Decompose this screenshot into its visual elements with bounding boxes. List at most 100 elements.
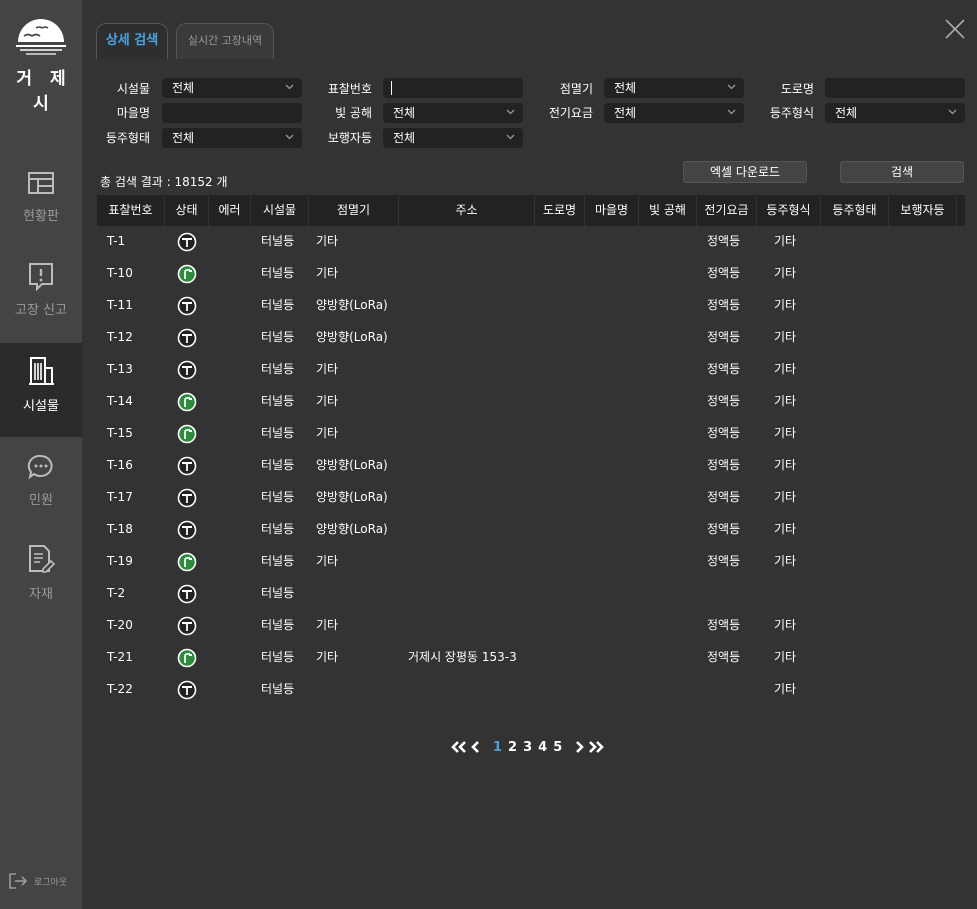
table-body: T-1 터널등 기타 정액등 기타 T-10 터널등 기타 정액등 기타 T-11 터널등 양방향(Lo… bbox=[97, 226, 965, 706]
tab-detail-search[interactable]: 상세 검색 bbox=[96, 23, 168, 59]
pole-shape-value: 전체 bbox=[172, 131, 195, 145]
cell-switch: 기타 bbox=[316, 650, 339, 664]
cell-fee: 정액등 bbox=[707, 458, 741, 472]
column-header[interactable]: 주소 bbox=[399, 195, 535, 226]
column-header[interactable]: 전기요금 bbox=[697, 195, 757, 226]
table-row[interactable]: T-14 터널등 기타 정액등 기타 bbox=[97, 386, 965, 418]
light-pollution-select[interactable]: 전체 bbox=[383, 103, 523, 123]
cell-lamp-type: 기타 bbox=[774, 426, 797, 440]
lamp-type-value: 전체 bbox=[835, 106, 858, 120]
status-on-icon bbox=[177, 648, 197, 668]
electric-fee-value: 전체 bbox=[614, 106, 637, 120]
table-row[interactable]: T-21 터널등 기타 거제시 장평동 153-3 정액등 기타 bbox=[97, 642, 965, 674]
facility-label: 시설물 bbox=[116, 82, 150, 96]
cell-address: 거제시 장평동 153-3 bbox=[408, 650, 517, 664]
column-header[interactable]: 표찰번호 bbox=[97, 195, 165, 226]
cell-fee: 정액등 bbox=[707, 234, 741, 248]
column-header[interactable]: 보행자등 bbox=[889, 195, 957, 226]
status-off-icon bbox=[177, 456, 197, 476]
sidebar-item-facilities[interactable]: 시설물 bbox=[0, 343, 82, 437]
column-header[interactable]: 시설물 bbox=[251, 195, 309, 226]
column-header[interactable]: 마을명 bbox=[585, 195, 639, 226]
page-numbers: 12345 bbox=[490, 740, 565, 755]
table-row[interactable]: T-20 터널등 기타 정액등 기타 bbox=[97, 610, 965, 642]
total-result-count: 총 검색 결과 : 18152 개 bbox=[100, 175, 228, 189]
chevron-down-icon bbox=[727, 84, 736, 90]
page-number[interactable]: 2 bbox=[508, 740, 517, 755]
table-row[interactable]: T-18 터널등 양방향(LoRa) 정액등 기타 bbox=[97, 514, 965, 546]
light-pollution-value: 전체 bbox=[393, 106, 416, 120]
cell-id: T-20 bbox=[107, 618, 133, 632]
status-on-icon bbox=[177, 392, 197, 412]
sidebar-item-materials[interactable]: 자재 bbox=[0, 531, 82, 625]
tab-realtime-faults[interactable]: 실시간 고장내역 bbox=[176, 23, 274, 59]
page-number[interactable]: 5 bbox=[553, 740, 562, 755]
table-row[interactable]: T-16 터널등 양방향(LoRa) 정액등 기타 bbox=[97, 450, 965, 482]
column-header[interactable]: 도로명 bbox=[535, 195, 585, 226]
lighting-switch-label: 점멸기 bbox=[559, 82, 593, 96]
chevron-down-icon bbox=[506, 134, 515, 140]
logo-text: 거 제 시 bbox=[16, 69, 72, 114]
electric-fee-select[interactable]: 전체 bbox=[604, 103, 744, 123]
cell-facility: 터널등 bbox=[261, 682, 295, 696]
table-header: 표찰번호 상태 에러 시설물 점멸기 주소 도로명 마을명 빛 공해 전기요금 등주형식 등주형태 보행… bbox=[97, 195, 965, 226]
cell-switch: 양방향(LoRa) bbox=[316, 522, 388, 536]
logo: 거 제 시 bbox=[0, 12, 82, 114]
table-row[interactable]: T-10 터널등 기타 정액등 기타 bbox=[97, 258, 965, 290]
village-input[interactable] bbox=[162, 103, 302, 123]
cell-lamp-type: 기타 bbox=[774, 650, 797, 664]
first-page-icon[interactable] bbox=[450, 740, 468, 754]
page-number[interactable]: 3 bbox=[523, 740, 532, 755]
pole-shape-select[interactable]: 전체 bbox=[162, 128, 302, 148]
table-row[interactable]: T-2 터널등 bbox=[97, 578, 965, 610]
column-header[interactable]: 점멸기 bbox=[309, 195, 399, 226]
cell-lamp-type: 기타 bbox=[774, 618, 797, 632]
road-name-input[interactable] bbox=[825, 78, 965, 98]
prev-page-icon[interactable] bbox=[468, 740, 482, 754]
close-icon[interactable] bbox=[944, 18, 966, 40]
sidebar-item-complaints[interactable]: 민원 bbox=[0, 437, 82, 531]
column-header[interactable]: 빛 공해 bbox=[639, 195, 697, 226]
search-button[interactable]: 검색 bbox=[840, 161, 964, 183]
cell-facility: 터널등 bbox=[261, 586, 295, 600]
cell-id: T-14 bbox=[107, 394, 133, 408]
page-number[interactable]: 1 bbox=[493, 740, 502, 755]
table-row[interactable]: T-19 터널등 기타 정액등 기타 bbox=[97, 546, 965, 578]
cell-fee: 정액등 bbox=[707, 618, 741, 632]
pedestrian-light-select[interactable]: 전체 bbox=[383, 128, 523, 148]
table-row[interactable]: T-13 터널등 기타 정액등 기타 bbox=[97, 354, 965, 386]
cell-id: T-22 bbox=[107, 682, 133, 696]
last-page-icon[interactable] bbox=[587, 740, 605, 754]
chevron-down-icon bbox=[285, 134, 294, 140]
sidebar-item-fault-report[interactable]: 고장 신고 bbox=[0, 249, 82, 343]
table-row[interactable]: T-17 터널등 양방향(LoRa) 정액등 기타 bbox=[97, 482, 965, 514]
cell-fee: 정액등 bbox=[707, 426, 741, 440]
facility-select[interactable]: 전체 bbox=[162, 78, 302, 98]
tag-number-input[interactable] bbox=[383, 78, 523, 98]
status-off-icon bbox=[177, 680, 197, 700]
table-row[interactable]: T-1 터널등 기타 정액등 기타 bbox=[97, 226, 965, 258]
lamp-type-select[interactable]: 전체 bbox=[825, 103, 965, 123]
column-header[interactable]: 에러 bbox=[209, 195, 251, 226]
cell-id: T-15 bbox=[107, 426, 133, 440]
column-header[interactable]: 등주형식 bbox=[757, 195, 821, 226]
lighting-switch-select[interactable]: 전체 bbox=[604, 78, 744, 98]
table-row[interactable]: T-11 터널등 양방향(LoRa) 정액등 기타 bbox=[97, 290, 965, 322]
table-row[interactable]: T-22 터널등 기타 bbox=[97, 674, 965, 706]
next-page-icon[interactable] bbox=[573, 740, 587, 754]
logout-button[interactable]: 로그아웃 bbox=[8, 872, 67, 890]
cell-id: T-1 bbox=[107, 234, 126, 248]
column-header[interactable]: 상태 bbox=[165, 195, 209, 226]
pedestrian-light-label: 보행자등 bbox=[327, 131, 372, 145]
excel-download-button[interactable]: 엑셀 다운로드 bbox=[683, 161, 807, 183]
cell-facility: 터널등 bbox=[261, 554, 295, 568]
sidebar: 거 제 시 현황판 고장 신고 시설물 민원 자재 로그아웃 bbox=[0, 0, 82, 909]
cell-facility: 터널등 bbox=[261, 394, 295, 408]
sidebar-item-dashboard[interactable]: 현황판 bbox=[0, 155, 82, 249]
building-icon bbox=[29, 357, 54, 385]
table-row[interactable]: T-12 터널등 양방향(LoRa) 정액등 기타 bbox=[97, 322, 965, 354]
column-header[interactable]: 등주형태 bbox=[821, 195, 889, 226]
page-number[interactable]: 4 bbox=[538, 740, 547, 755]
table-row[interactable]: T-15 터널등 기타 정액등 기타 bbox=[97, 418, 965, 450]
cell-id: T-11 bbox=[107, 298, 133, 312]
